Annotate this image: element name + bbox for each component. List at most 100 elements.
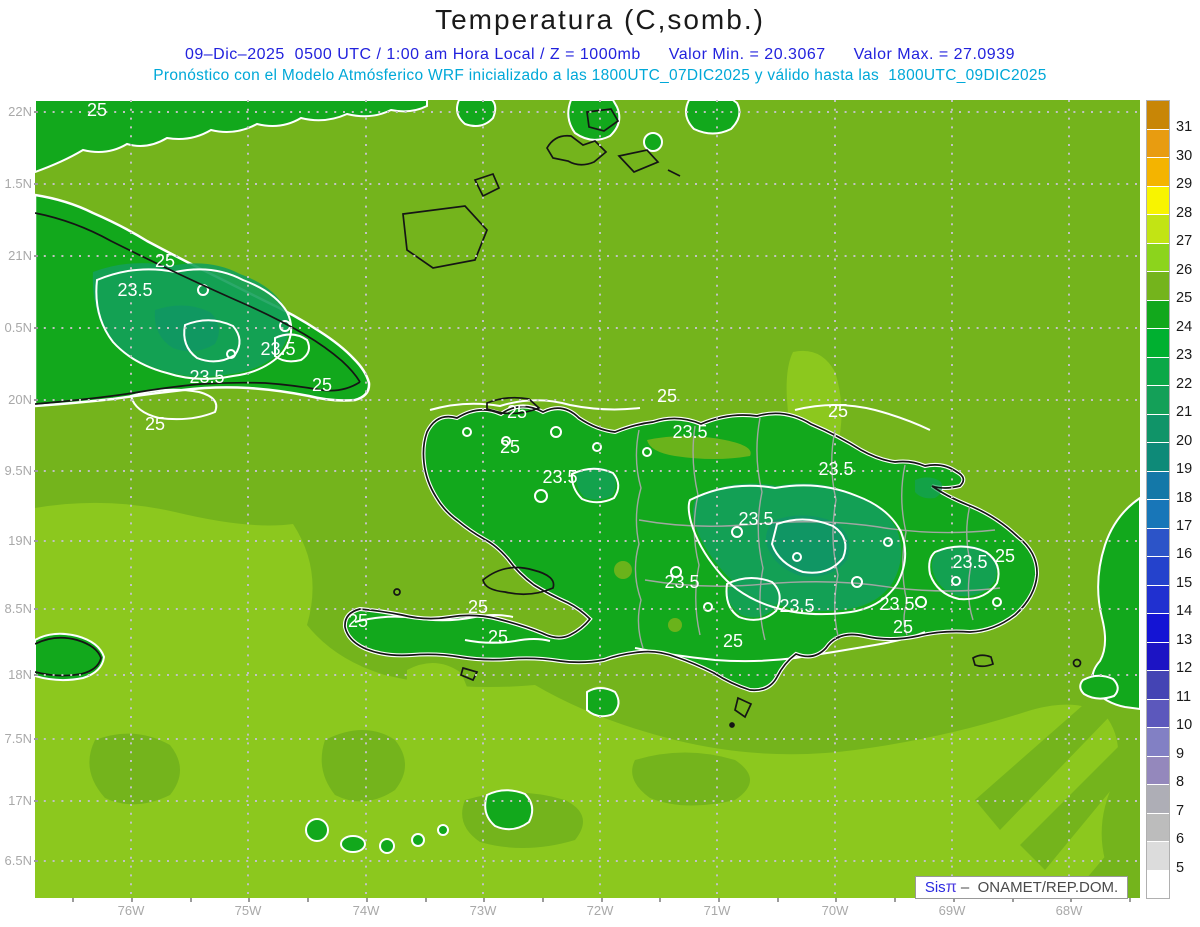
lat-tick <box>34 608 38 610</box>
colorbar-cell <box>1147 728 1169 757</box>
lon-tick <box>1128 898 1131 902</box>
colorbar-value: 16 <box>1176 546 1193 563</box>
lat-tick-label: 19N <box>8 533 32 548</box>
contour-label: 25 <box>507 402 527 422</box>
map-area: 25 25 23.5 23.5 23.5 25 25 25 25 23.5 25 23.5 25 23.5… <box>33 99 1141 898</box>
colorbar-value: 8 <box>1176 774 1185 791</box>
colorbar-value: 20 <box>1176 432 1193 449</box>
contour-label: 23.5 <box>542 467 577 487</box>
lon-tick <box>835 898 838 902</box>
contour-label: 25 <box>657 386 677 406</box>
colorbar-value: 14 <box>1176 603 1193 620</box>
colorbar-cell <box>1147 842 1169 871</box>
contour-label: 23.5 <box>672 422 707 442</box>
lat-tick <box>34 860 38 862</box>
contour-label: 25 <box>155 251 175 271</box>
colorbar-cell <box>1147 329 1169 358</box>
lat-tick-label: 20N <box>8 392 32 407</box>
colorbar-cell <box>1147 243 1169 272</box>
sispi-label: Sis <box>924 879 946 896</box>
lat-tick-label: 1.5N <box>4 176 32 191</box>
lat-tick <box>34 399 38 401</box>
colorbar-value: 12 <box>1176 660 1193 677</box>
lon-tick <box>365 898 368 902</box>
lon-tick <box>483 898 486 902</box>
colorbar-value: 23 <box>1176 347 1193 364</box>
colorbar-cell <box>1147 471 1169 500</box>
lon-tick <box>248 898 251 902</box>
colorbar-value: 10 <box>1176 717 1193 734</box>
contour-label: 23.5 <box>952 552 987 572</box>
lon-tick <box>307 898 310 902</box>
colorbar-cell <box>1147 813 1169 842</box>
contour-label: 25 <box>723 631 743 651</box>
colorbar-cell <box>1147 443 1169 472</box>
contour-label: 25 <box>995 546 1015 566</box>
contour-label: 25 <box>828 401 848 421</box>
colorbar-cell <box>1147 386 1169 415</box>
lon-tick-label: 71W <box>703 903 731 918</box>
lon-tick <box>894 898 897 902</box>
colorbar-value: 29 <box>1176 176 1193 193</box>
lon-tick <box>189 898 192 902</box>
colorbar-cell <box>1147 272 1169 301</box>
lat-tick <box>34 183 38 185</box>
credit-text: – ONAMET/REP.DOM. <box>956 879 1119 896</box>
lon-tick <box>424 898 427 902</box>
lon-tick <box>131 898 133 902</box>
contour-label: 25 <box>893 617 913 637</box>
contour-label: 23.5 <box>117 280 152 300</box>
colorbar-value: 13 <box>1176 631 1193 648</box>
lat-tick-label: 7.5N <box>4 731 32 746</box>
lat-tick-label: 8.5N <box>4 601 32 616</box>
colorbar-cell <box>1147 557 1169 586</box>
pi-symbol: π <box>945 879 957 896</box>
lat-tick-label: 18N <box>8 667 32 682</box>
value-max: Valor Max. = 27.0939 <box>853 46 1015 63</box>
contour-label: 23.5 <box>664 572 699 592</box>
contour-label: 23.5 <box>260 339 295 359</box>
lon-tick-label: 70W <box>821 903 849 918</box>
contour-label: 23.5 <box>779 596 814 616</box>
lat-tick <box>34 540 38 542</box>
colorbar-cell <box>1147 129 1169 158</box>
lat-tick <box>34 111 38 113</box>
colorbar-value: 25 <box>1176 290 1193 307</box>
lat-tick-label: 6.5N <box>4 853 32 868</box>
colorbar-value: 26 <box>1176 261 1193 278</box>
contour-label: 25 <box>87 100 107 120</box>
contour-label: 25 <box>312 375 332 395</box>
lon-tick <box>72 898 75 902</box>
credit-stamp: Sisπ – ONAMET/REP.DOM. <box>915 876 1128 899</box>
colorbar-cell <box>1147 671 1169 700</box>
colorbar-cell <box>1147 101 1169 130</box>
colorbar-cell <box>1147 870 1169 898</box>
alto-velo <box>729 722 735 728</box>
page-title: Temperatura (C,somb.) <box>435 4 765 35</box>
contour-label: 25 <box>468 597 488 617</box>
lat-tick <box>34 800 38 802</box>
lon-tick-label: 75W <box>234 903 262 918</box>
colorbar-value: 9 <box>1176 745 1185 762</box>
temperature-colorbar <box>1146 100 1170 899</box>
colorbar-value: 22 <box>1176 375 1193 392</box>
colorbar-cell <box>1147 642 1169 671</box>
colorbar-value: 17 <box>1176 517 1193 534</box>
valid-datetime: 09–Dic–2025 0500 UTC / 1:00 am Hora Loca… <box>184 46 641 63</box>
lon-tick <box>600 898 603 902</box>
lon-tick <box>541 898 544 902</box>
colorbar-cell <box>1147 158 1169 187</box>
colorbar-value: 7 <box>1176 802 1185 819</box>
colorbar-value: 24 <box>1176 318 1193 335</box>
colorbar-cell <box>1147 215 1169 244</box>
contour-label: 23.5 <box>818 459 853 479</box>
colorbar-cell <box>1147 300 1169 329</box>
colorbar-value: 11 <box>1176 688 1192 705</box>
colorbar-cell <box>1147 528 1169 557</box>
contour-label: 23.5 <box>189 367 224 387</box>
colorbar-value: 5 <box>1176 859 1185 876</box>
contour-label: 25 <box>145 414 165 434</box>
contour-label: 23.5 <box>879 594 914 614</box>
colorbar-cell <box>1147 500 1169 529</box>
lon-tick-label: 73W <box>469 903 497 918</box>
